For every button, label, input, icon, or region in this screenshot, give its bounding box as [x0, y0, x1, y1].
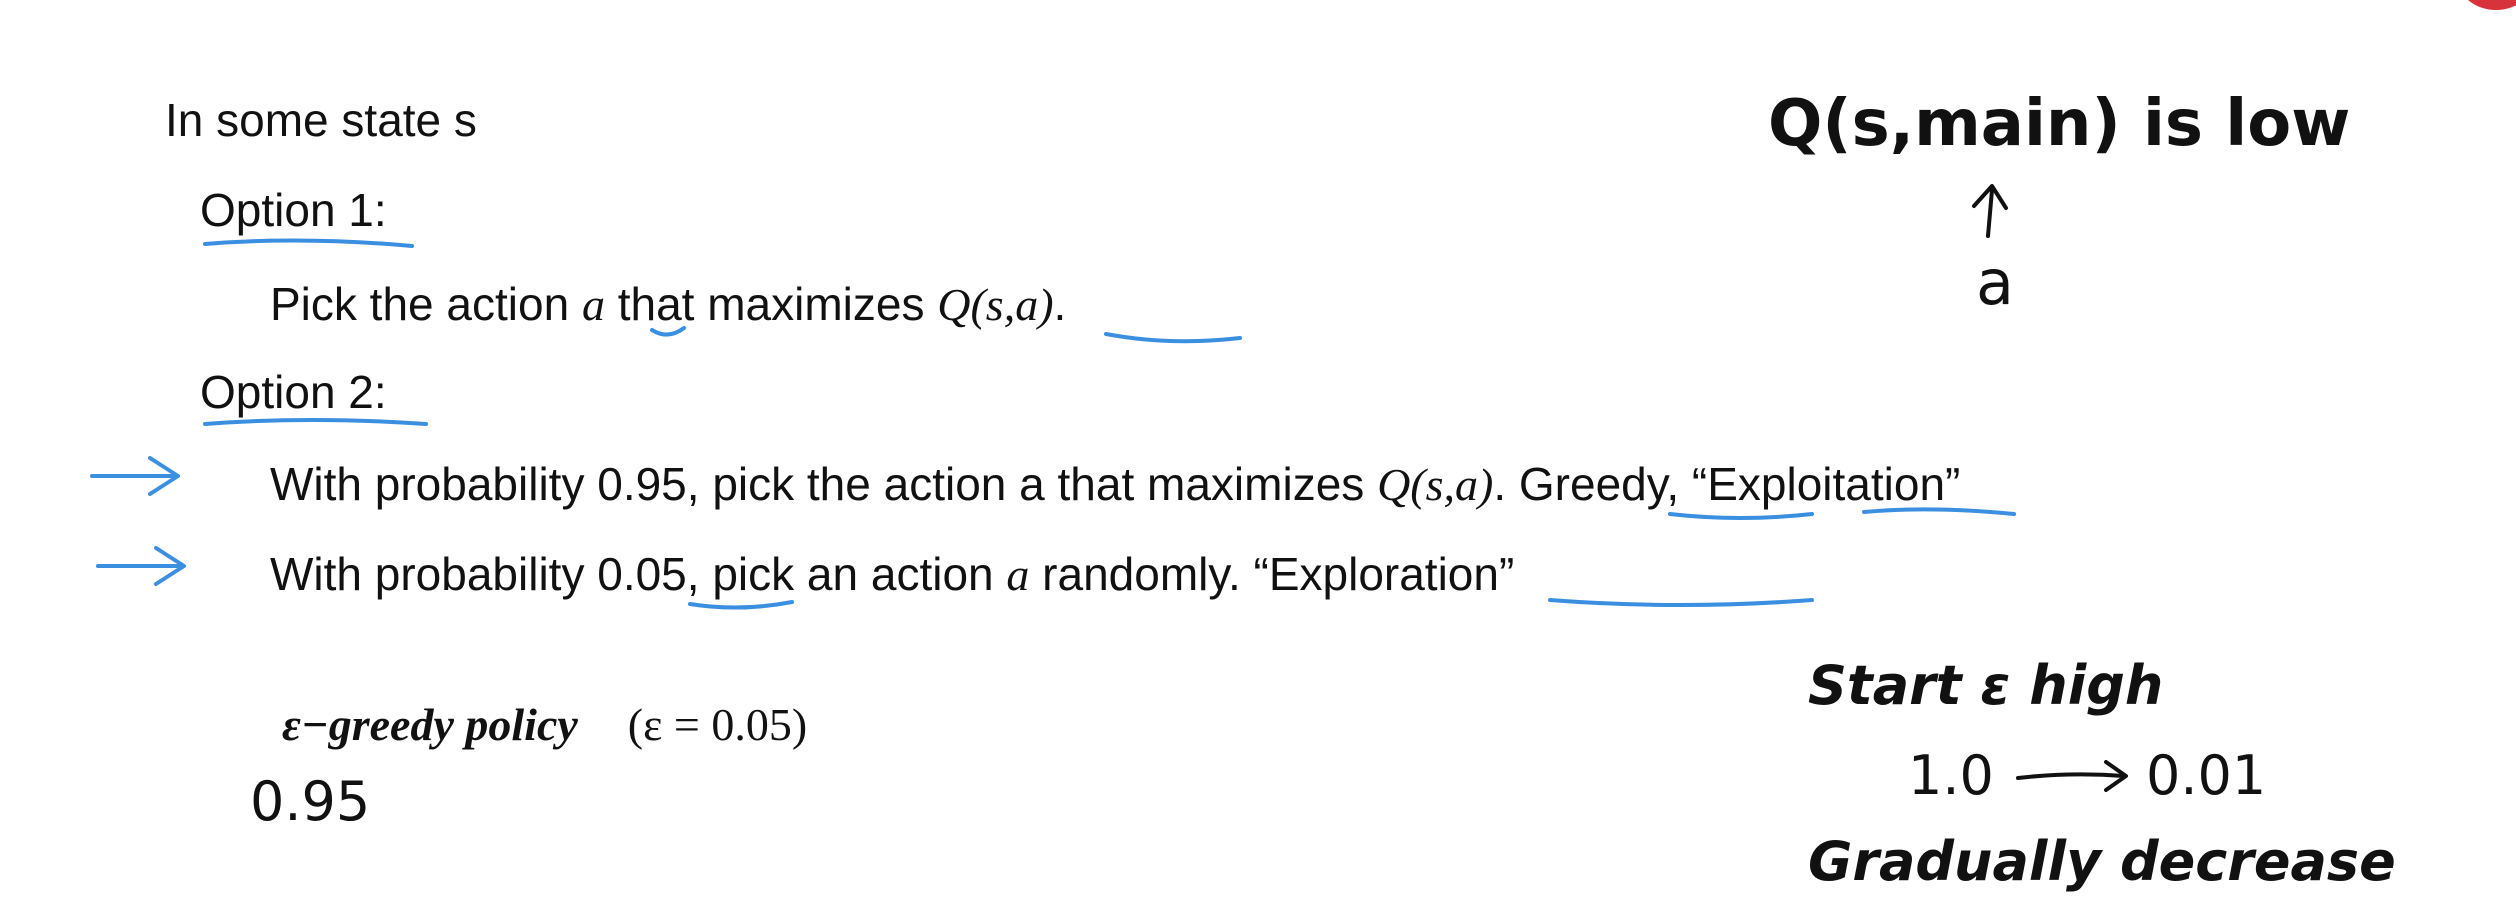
underline-exploration: [1548, 598, 1814, 607]
arrow-right-icon: [90, 456, 180, 496]
arrow-up-icon: [1972, 184, 2008, 238]
underline-greedy: [1862, 507, 2016, 516]
underline-option-1: [203, 238, 414, 248]
underline-q-exploitation: [1668, 512, 1814, 520]
underline-option-2: [203, 418, 428, 426]
underline-probability: [688, 600, 794, 610]
ink-layer: [90, 184, 2128, 792]
underline-action-var: [650, 326, 686, 337]
arrow-right-icon: [2016, 760, 2128, 792]
arrow-right-icon: [96, 546, 186, 586]
underline-q-option-1: [1104, 332, 1242, 344]
